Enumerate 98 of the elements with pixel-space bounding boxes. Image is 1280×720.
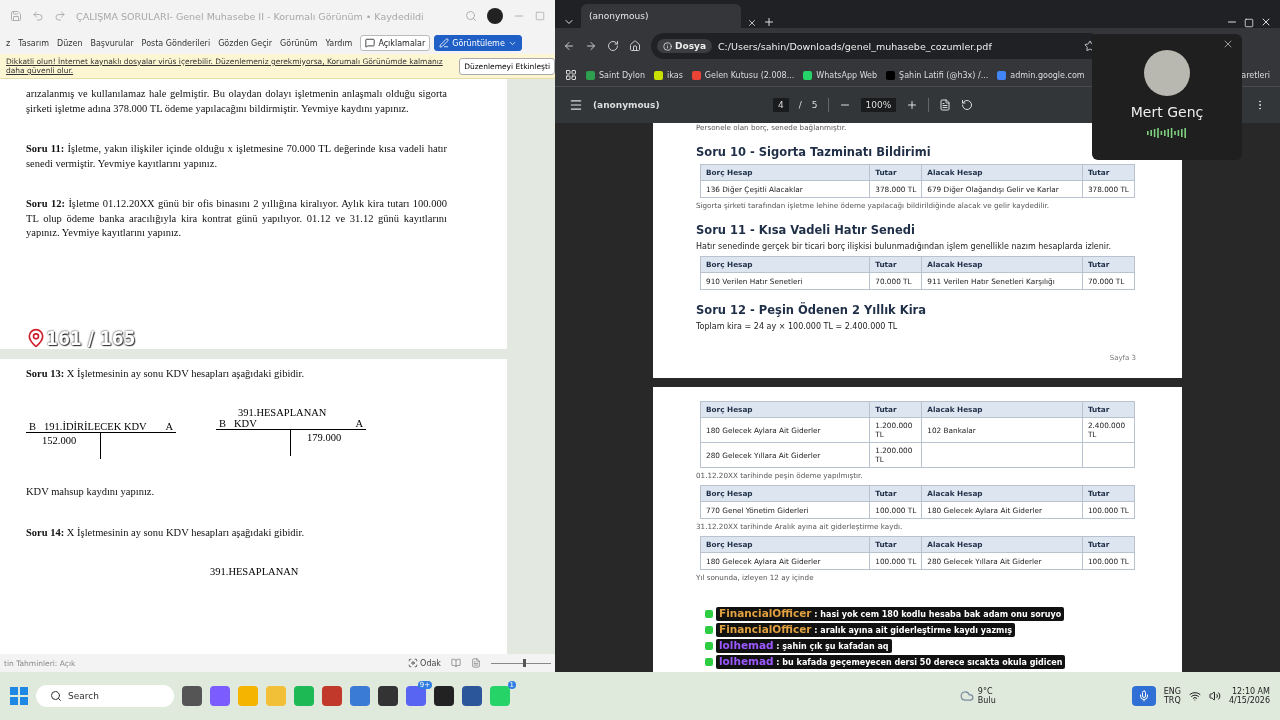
caller-name: Mert Genç: [1130, 104, 1204, 120]
clock-date[interactable]: 4/15/2026: [1228, 696, 1270, 705]
pen-icon: [439, 38, 450, 48]
microphone-button[interactable]: [1131, 686, 1156, 706]
paragraph: Soru 11: İşletme, yakın ilişkiler içinde olduğu x işletmesine 70.000 TL değerinde kısa vadeli hatır senedi vermiştir. Yevmiye kayıtlarını yapınız.: [26, 142, 447, 171]
menu-tab[interactable]: Tasarım: [14, 38, 54, 48]
paragraph: KDV mahsup kaydını yapınız.: [26, 485, 156, 499]
zoom-field[interactable]: 100%: [860, 98, 897, 112]
menu-tab[interactable]: Yardım: [321, 38, 357, 48]
new-tab-icon[interactable]: [763, 16, 775, 28]
paragraph: Soru 14: X İşletmesinin ay sonu KDV hesapları aşağıdaki gibidir.: [26, 525, 306, 540]
weather-label: Bulu: [977, 696, 996, 705]
avatar: [1144, 50, 1190, 96]
menu-tab[interactable]: Düzen: [53, 38, 87, 48]
start-icon[interactable]: [10, 687, 28, 705]
print-layout-icon[interactable]: [471, 658, 481, 668]
section-heading: Soru 11 - Kısa Vadeli Hatır Senedi: [696, 223, 916, 237]
reload-icon[interactable]: [607, 40, 619, 52]
url-text: C:/Users/sahin/Downloads/genel_muhasebe_cozumler.pdf: [717, 40, 993, 52]
close-icon[interactable]: [1222, 38, 1234, 50]
app-icon[interactable]: [434, 686, 454, 706]
focus-button[interactable]: Odak: [408, 658, 441, 668]
forward-icon[interactable]: [585, 40, 597, 52]
back-icon[interactable]: [563, 40, 575, 52]
debit-label: B: [29, 421, 36, 432]
language[interactable]: ENG: [1163, 687, 1181, 696]
search-field[interactable]: Search: [36, 685, 174, 707]
bookmark[interactable]: aretleri: [1241, 70, 1270, 80]
zoom-in-icon[interactable]: [906, 99, 919, 111]
map-pin-icon: [26, 327, 46, 348]
clock-time[interactable]: 12:10 AM: [1232, 687, 1270, 696]
comments-button[interactable]: Açıklamalar: [360, 35, 431, 51]
browser-tab[interactable]: (anonymous): [581, 4, 741, 28]
page-number-field[interactable]: 4: [773, 98, 789, 112]
cloud-icon: [959, 689, 974, 703]
paragraph: Hatır senedinde gerçek bir ticari borç ilişkisi bulunmadığından işlem genellikle nazım hesaplarda izlenir.: [696, 242, 1113, 251]
menu-tab[interactable]: Gözden Geçir: [214, 38, 277, 48]
bookmark[interactable]: Şahin Latifi (@h3x) /...: [886, 70, 989, 80]
table-cell: [1082, 442, 1135, 468]
chat-message: FinancialOfficer : hasi yok cem 180 kodlu hesaba bak adam onu soruyo: [716, 607, 1065, 621]
site-info-chip[interactable]: Dosya: [657, 39, 712, 53]
app-icon[interactable]: [378, 686, 398, 706]
account-title: 391.HESAPLANAN: [210, 566, 300, 577]
bookmark[interactable]: Saint Dylon: [586, 70, 646, 80]
keyboard-layout[interactable]: TRQ: [1163, 696, 1181, 705]
paragraph: Soru 13: X İşletmesinin ay sonu KDV hesapları aşağıdaki gibidir.: [26, 366, 306, 381]
credit-label: A: [165, 421, 173, 432]
chat-message: FinancialOfficer : aralık ayına ait giderleştirme kaydı yazmış: [716, 623, 1015, 637]
search-icon: [50, 690, 62, 702]
account-title: 191.İDİRİLECEK KDV: [44, 421, 148, 432]
read-mode-icon[interactable]: [451, 658, 461, 668]
credit-label: A: [355, 418, 363, 429]
menu-icon[interactable]: [569, 98, 583, 112]
slider-thumb[interactable]: [523, 659, 526, 667]
account-title: KDV: [234, 418, 258, 429]
app-icon[interactable]: [182, 686, 202, 706]
bookmark[interactable]: admin.google.com: [997, 70, 1085, 80]
volume-icon: [1208, 690, 1221, 702]
microphone-icon: [1137, 690, 1150, 702]
apps-icon[interactable]: [565, 69, 577, 81]
viewing-button[interactable]: Görüntüleme: [434, 35, 522, 51]
menu-tab[interactable]: z: [2, 38, 15, 48]
debit-label: B: [219, 418, 226, 429]
account-amount: 179.000: [307, 432, 342, 443]
bookmark[interactable]: ikas: [654, 70, 683, 80]
paragraph: Toplam kira = 24 ay × 100.000 TL = 2.400.000 TL: [696, 322, 899, 331]
avatar[interactable]: [487, 8, 503, 24]
close-icon[interactable]: [747, 18, 757, 28]
paragraph: Soru 12: İşletme 01.12.20XX günü bir ofis binasını 2 yıllığına kiralıyor. Aylık kira tutarı 100.000 TL olup ödeme banka aracılığıyla kira kontrat günü yapılıyor. 01.12 ve 31.12 günü kayıtlarını yapınız. Yevmiye kayıtlarını yapınız.: [26, 197, 447, 240]
chat-message: lolhemad : bu kafada geçemeyecen dersi 50 derece sıcakta okula gidicen: [716, 655, 1066, 669]
account-title: 391.HESAPLANAN: [238, 407, 328, 418]
menu-tab[interactable]: Görünüm: [276, 38, 322, 48]
sound-wave-icon: [1147, 128, 1187, 138]
section-heading: Soru 10 - Sigorta Tazminatı Bildirimi: [696, 145, 932, 159]
document-title: (anonymous): [593, 100, 661, 110]
bookmark[interactable]: Gelen Kutusu (2.008...: [691, 70, 795, 80]
comment-icon: [365, 38, 376, 48]
rotate-icon[interactable]: [961, 99, 974, 111]
close-icon[interactable]: [1260, 16, 1272, 28]
focus-icon: [408, 658, 419, 668]
chat-message: lolhemad : şahin çık şu kafadan aq: [716, 639, 892, 653]
paragraph: arızalanmış ve kullanılamaz hale gelmiştir. Bu olaydan dolayı işletmenin anlaşmalı olduğu sigorta şirketi işletme adına 378.000 TL ödeme yapılacağını bildirmiştir. Yevmiye kaydını yapınız.: [26, 87, 447, 116]
app-icon[interactable]: [462, 686, 482, 706]
info-icon: [663, 41, 672, 51]
page-count: 5: [811, 100, 818, 110]
wifi-icon: [1188, 690, 1201, 702]
menu-tab[interactable]: Başvurular: [86, 38, 138, 48]
bookmark[interactable]: WhatsApp Web: [803, 70, 878, 80]
section-heading: Soru 12 - Peşin Ödenen 2 Yıllık Kira: [696, 303, 928, 317]
maximize-icon[interactable]: [1244, 18, 1254, 28]
account-amount: 152.000: [42, 435, 77, 446]
page-separator: /: [798, 100, 802, 110]
home-icon[interactable]: [629, 40, 641, 52]
menu-tab[interactable]: Posta Gönderileri: [137, 38, 215, 48]
window-title: ÇALIŞMA SORULARI- Genel Muhasebe II - Korumalı Görünüm • Kaydedildi: [76, 10, 425, 22]
page-counter: 161 / 165: [46, 326, 136, 349]
temperature: 9°C: [977, 687, 993, 696]
fit-page-icon[interactable]: [939, 99, 952, 111]
